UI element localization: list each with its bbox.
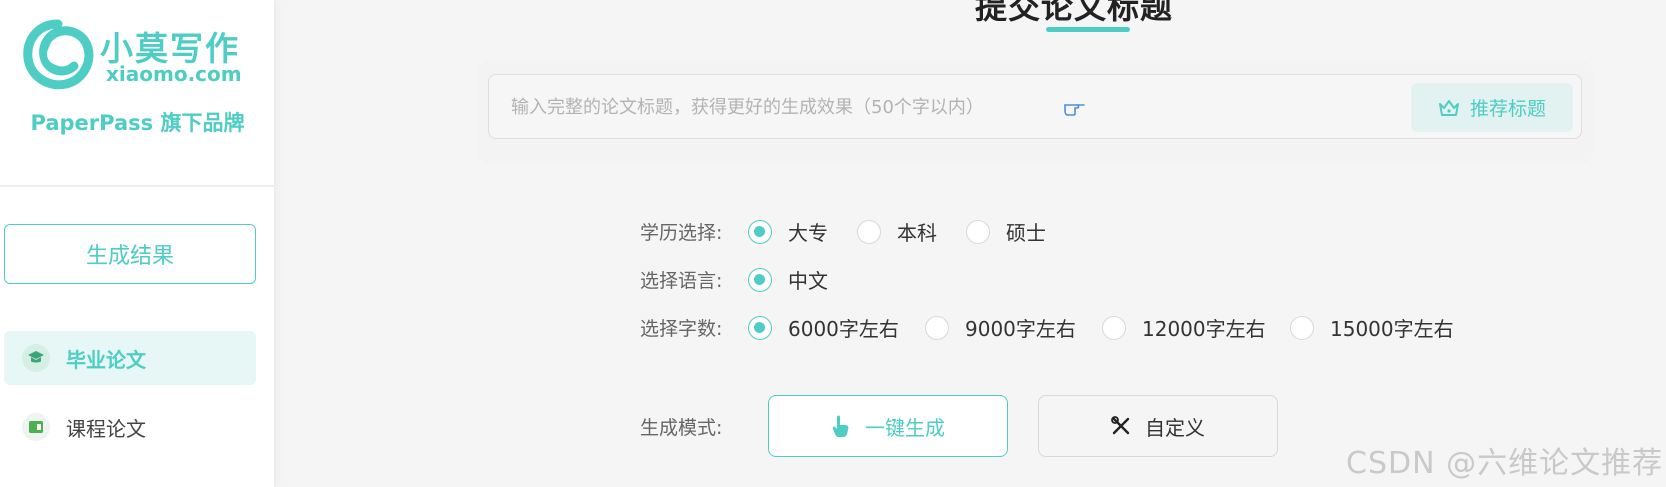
sidebar-item-thesis[interactable]: 毕业论文: [4, 331, 256, 385]
sidebar-item-course-paper[interactable]: 课程论文: [4, 400, 256, 454]
education-label: 学历选择:: [640, 222, 723, 244]
one-click-generate-button[interactable]: 一键生成: [768, 395, 1008, 457]
radio-unchecked-icon: [925, 315, 949, 340]
sidebar-divider: [0, 185, 275, 187]
word-count-option-12000[interactable]: 12000字左右: [1102, 313, 1266, 342]
radio-unchecked-icon: [966, 219, 990, 244]
radio-unchecked-icon: [857, 219, 881, 244]
custom-mode-button[interactable]: 自定义: [1038, 395, 1278, 457]
title-input[interactable]: [511, 89, 1391, 125]
word-count-option-9000[interactable]: 9000字左右: [925, 313, 1076, 342]
word-count-option-6000[interactable]: 6000字左右: [748, 313, 899, 342]
word-count-option-15000[interactable]: 15000字左右: [1290, 313, 1454, 342]
radio-checked-icon: [748, 315, 772, 340]
watermark-text: CSDN @六维论文推荐: [1346, 446, 1664, 481]
recommend-title-button[interactable]: 推荐标题: [1411, 83, 1573, 132]
tools-icon: [1111, 416, 1130, 435]
radio-unchecked-icon: [1102, 315, 1126, 340]
crown-icon: [1438, 99, 1459, 116]
logo-swirl-icon: [23, 19, 94, 90]
language-label: 选择语言:: [640, 270, 723, 292]
word-count-label: 选择字数:: [640, 318, 723, 340]
language-option-chinese[interactable]: 中文: [748, 265, 828, 294]
education-option-bachelor[interactable]: 本科: [857, 217, 937, 246]
one-click-generate-label: 一键生成: [865, 415, 945, 440]
title-underline: [1046, 27, 1130, 32]
radio-checked-icon: [748, 219, 772, 244]
education-option-junior-college[interactable]: 大专: [748, 217, 828, 246]
generate-result-button[interactable]: 生成结果: [4, 224, 256, 284]
page-title: 提交论文标题: [975, 0, 1174, 26]
pointing-hand-icon: [1063, 97, 1087, 121]
brand-tagline: PaperPass 旗下品牌: [30, 111, 245, 135]
book-icon: [22, 413, 50, 441]
sidebar-item-label: 课程论文: [66, 416, 146, 441]
title-input-box: 推荐标题: [488, 74, 1582, 139]
education-option-master[interactable]: 硕士: [966, 217, 1046, 246]
radio-unchecked-icon: [1290, 315, 1314, 340]
custom-mode-label: 自定义: [1145, 415, 1205, 440]
recommend-title-label: 推荐标题: [1469, 98, 1546, 120]
mode-label: 生成模式:: [640, 417, 723, 439]
radio-checked-icon: [748, 267, 772, 292]
brand-logo[interactable]: 小莫写作 xiaomo.com: [22, 16, 252, 96]
brand-domain: xiaomo.com: [106, 62, 242, 86]
sidebar: 小莫写作 xiaomo.com PaperPass 旗下品牌 生成结果 毕业论文…: [0, 0, 275, 487]
graduation-cap-icon: [22, 344, 50, 372]
tap-hand-icon: [832, 415, 849, 437]
sidebar-item-label: 毕业论文: [66, 347, 146, 372]
